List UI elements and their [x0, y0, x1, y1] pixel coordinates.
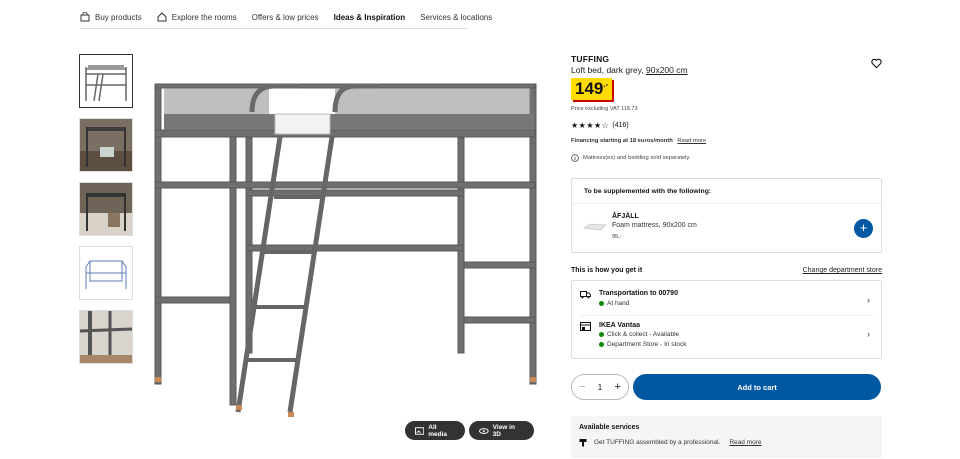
delivery-title: This is how you get it [571, 267, 643, 274]
store-title: IKEA Vantaa [599, 322, 640, 329]
nav-offers[interactable]: Offers & low prices [252, 13, 319, 22]
services-title: Available services [579, 424, 640, 431]
thumbnail-1[interactable] [79, 54, 133, 108]
nav-label: Buy products [95, 12, 142, 22]
mattress-note-text: Mattress(es) and bedding sold separately… [583, 155, 691, 161]
chevron-right-icon: › [867, 295, 870, 305]
status-dot-icon [599, 332, 604, 337]
financing-text: Financing starting at 18 euros/month [571, 138, 673, 144]
supplement-item-desc: Foam mattress, 90x200 cm [612, 222, 697, 229]
store-status-2: Department Store - In stock [599, 341, 686, 348]
vat-text: Price excluding VAT 118.73 [571, 106, 638, 112]
services-line: Get TUFFING assembled by a professional.… [579, 438, 761, 447]
assembly-tool-icon [579, 439, 587, 447]
home-icon [157, 12, 167, 22]
3d-view-icon [479, 427, 489, 434]
size-link[interactable]: 90x200 cm [646, 65, 688, 75]
product-description: Loft bed, dark grey, 90x200 cm [571, 65, 882, 75]
nav-services[interactable]: Services & locations [420, 13, 492, 22]
add-to-cart-button[interactable]: Add to cart [633, 374, 881, 400]
services-box: Available services Get TUFFING assembled… [571, 416, 882, 458]
nav-label: Ideas & Inspiration [333, 12, 406, 22]
nav-label: Explore the rooms [171, 12, 237, 22]
thumbnail-2[interactable] [79, 118, 133, 172]
product-info-panel: TUFFING Loft bed, dark grey, 90x200 cm 1… [571, 54, 882, 458]
transport-title: Transportation to 00790 [599, 290, 678, 297]
main-product-image[interactable] [150, 72, 542, 422]
services-text: Get TUFFING assembled by a professional. [594, 439, 721, 446]
nav-label: Offers & low prices [251, 12, 319, 22]
price-suffix: .- [603, 80, 609, 89]
view-3d-button[interactable]: View in 3D [469, 421, 534, 440]
heart-icon[interactable] [871, 58, 882, 69]
divider [580, 315, 873, 316]
thumbnail-3[interactable] [79, 182, 133, 236]
image-icon [415, 426, 425, 435]
product-type: Loft bed, dark grey, [571, 65, 644, 75]
store-row[interactable]: IKEA Vantaa Click & collect - Available … [580, 321, 870, 353]
quantity-value[interactable]: 1 [598, 383, 602, 392]
transport-status-text: At hand [607, 300, 630, 307]
supplement-title: To be supplemented with the following: [584, 188, 712, 195]
supplement-item-name[interactable]: ÅFJÄLL [612, 213, 639, 220]
all-media-button[interactable]: All media [405, 421, 465, 440]
mattress-image[interactable] [583, 222, 607, 232]
thumbnail-4[interactable] [79, 246, 133, 300]
status-dot-icon [599, 342, 604, 347]
nav-ideas[interactable]: Ideas & Inspiration [334, 13, 406, 22]
nav-label: Services & locations [420, 12, 493, 22]
all-media-label: All media [428, 423, 448, 438]
transport-status: At hand [599, 300, 629, 307]
add-to-cart-label: Add to cart [737, 382, 777, 392]
delivery-box: Transportation to 00790 At hand › IKEA V… [571, 280, 882, 359]
thumbnail-list [79, 54, 133, 374]
truck-icon [580, 291, 591, 299]
info-icon [571, 154, 579, 162]
star-rating-icon: ★★★★☆ [571, 121, 610, 130]
decrease-quantity-button[interactable]: − [579, 381, 585, 393]
price-main: 149 [575, 79, 604, 98]
view-3d-label: View in 3D [492, 423, 515, 438]
product-name: TUFFING [571, 54, 610, 64]
thumbnail-5[interactable] [79, 310, 133, 364]
store-icon [580, 322, 591, 331]
store-status-2-text: Department Store - In stock [607, 341, 687, 348]
divider [572, 203, 881, 204]
financing: Financing starting at 18 euros/month Rea… [571, 138, 706, 144]
plus-icon: + [859, 220, 868, 235]
increase-quantity-button[interactable]: + [615, 381, 621, 393]
financing-read-more-link[interactable]: Read more [677, 138, 706, 144]
mattress-note: Mattress(es) and bedding sold separately… [571, 154, 691, 162]
add-supplement-button[interactable]: + [854, 219, 873, 238]
rating[interactable]: ★★★★☆ (416) [571, 121, 629, 130]
nav-buy-products[interactable]: Buy products [80, 12, 142, 22]
nav-explore-rooms[interactable]: Explore the rooms [157, 12, 237, 22]
price-tag: 149 .- [571, 78, 613, 100]
supplement-box: To be supplemented with the following: Å… [571, 178, 882, 253]
transport-row[interactable]: Transportation to 00790 At hand › [580, 289, 870, 313]
store-status-1-text: Click & collect - Available [607, 331, 680, 338]
top-nav: Buy products Explore the rooms Offers & … [80, 6, 492, 29]
store-status-1: Click & collect - Available [599, 331, 679, 338]
quantity-stepper: − 1 + [571, 374, 629, 400]
chevron-right-icon: › [867, 329, 870, 339]
status-dot-icon [599, 301, 604, 306]
services-read-more-link[interactable]: Read more [729, 439, 761, 446]
supplement-item-price: 95,- [612, 234, 622, 240]
change-store-link[interactable]: Change department store [803, 267, 882, 274]
review-count: (416) [612, 122, 629, 129]
shopping-bag-icon [80, 12, 90, 22]
